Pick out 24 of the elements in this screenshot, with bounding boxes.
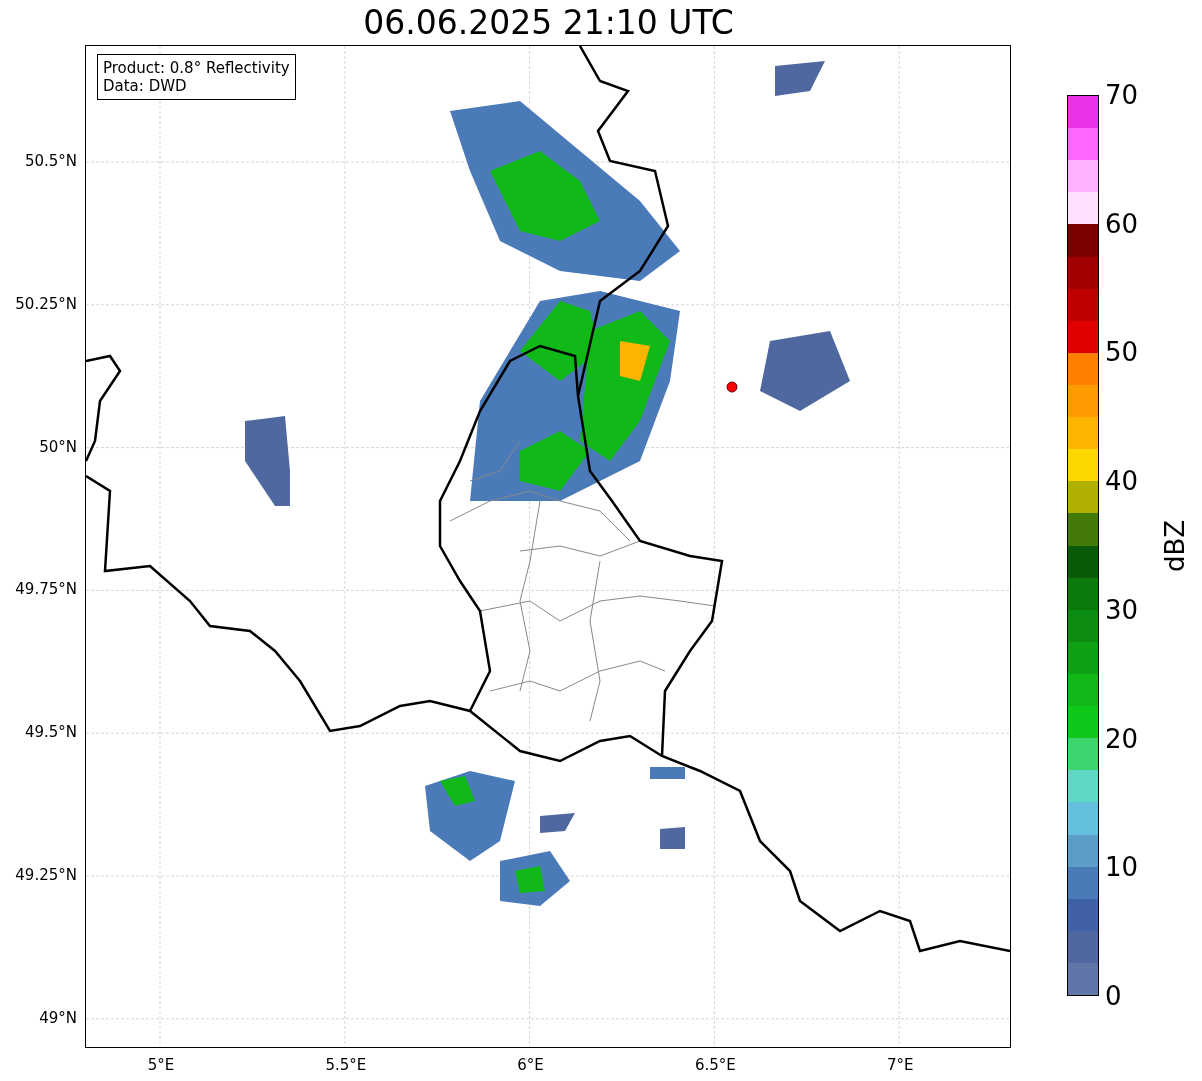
latitude-tick-label: 50°N xyxy=(39,437,77,456)
colorbar-tick-label: 30 xyxy=(1105,594,1139,625)
longitude-tick-label: 5.5°E xyxy=(325,1056,367,1074)
latitude-tick-label: 49.5°N xyxy=(24,723,77,742)
colorbar-tick-label: 40 xyxy=(1105,466,1139,497)
longitude-tick-label: 6°E xyxy=(517,1056,544,1074)
colorbar-label: dBZ xyxy=(1160,518,1191,574)
longitude-tick-label: 7°E xyxy=(886,1056,914,1074)
info-text: Product: 0.8° Reflectivity xyxy=(103,59,290,77)
colorbar-tick-label: 70 xyxy=(1105,80,1139,110)
colorbar-tick-label: 0 xyxy=(1105,980,1123,1011)
latitude-tick-label: 49°N xyxy=(39,1008,77,1027)
colorbar-tick-label: 10 xyxy=(1105,852,1139,883)
colorbar-tick-label: 20 xyxy=(1105,723,1139,754)
latitude-tick-label: 49.25°N xyxy=(15,866,77,884)
colorbar-tick-label: 60 xyxy=(1105,208,1139,239)
latitude-tick-label: 49.75°N xyxy=(15,580,77,599)
info-text: Data: DWD xyxy=(103,77,188,95)
longitude-tick-label: 5°E xyxy=(147,1056,175,1074)
latitude-tick-label: 50.25°N xyxy=(15,294,77,313)
chart-title: 06.06.2025 21:10 UTC xyxy=(362,2,735,44)
longitude-tick-label: 6.5°E xyxy=(694,1056,736,1074)
colorbar-tick-label: 50 xyxy=(1105,337,1139,368)
latitude-tick-label: 50.5°N xyxy=(24,152,77,170)
